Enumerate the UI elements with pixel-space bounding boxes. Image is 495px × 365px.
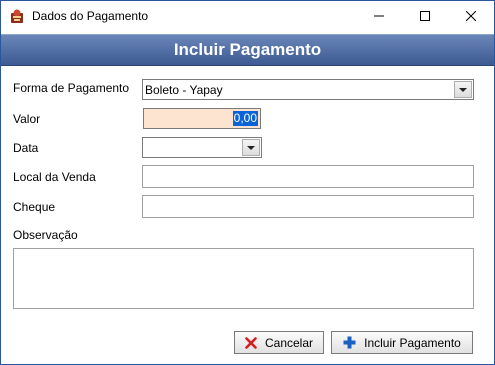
incluir-pagamento-button[interactable]: Incluir Pagamento	[331, 331, 473, 354]
data-picker[interactable]	[142, 137, 262, 158]
forma-pagamento-value: Boleto - Yapay	[145, 83, 223, 97]
valor-input[interactable]: 0,00	[143, 108, 261, 129]
observacao-label: Observação	[13, 228, 78, 242]
maximize-button[interactable]	[402, 1, 448, 31]
close-icon	[466, 11, 476, 21]
header-title: Incluir Pagamento	[173, 40, 322, 59]
valor-label: Valor	[13, 112, 41, 126]
cheque-label: Cheque	[13, 200, 56, 214]
plus-icon	[343, 336, 356, 349]
forma-pagamento-label: Forma de Pagamento	[13, 81, 130, 95]
header-banner: Incluir Pagamento	[1, 34, 494, 66]
valor-value: 0,00	[232, 111, 258, 126]
local-venda-input[interactable]	[142, 165, 474, 188]
observacao-textarea[interactable]	[13, 248, 474, 309]
data-dropdown-button[interactable]	[242, 139, 260, 156]
chevron-down-icon	[247, 145, 255, 150]
data-label: Data	[13, 141, 39, 155]
cheque-input[interactable]	[142, 195, 474, 218]
cancel-button[interactable]: Cancelar	[234, 331, 324, 354]
title-bar: Dados do Pagamento	[1, 1, 494, 31]
forma-pagamento-select[interactable]: Boleto - Yapay	[142, 79, 474, 100]
minimize-button[interactable]	[356, 1, 402, 31]
close-button[interactable]	[448, 1, 494, 31]
forma-pagamento-dropdown-button[interactable]	[454, 81, 472, 98]
dialog-window: Dados do Pagamento Incluir Pagamento For…	[0, 0, 495, 365]
window-title: Dados do Pagamento	[32, 9, 149, 23]
chevron-down-icon	[459, 87, 467, 92]
minimize-icon	[374, 15, 384, 17]
incluir-pagamento-label: Incluir Pagamento	[364, 335, 461, 350]
x-icon	[245, 336, 257, 349]
app-icon	[9, 8, 25, 24]
maximize-icon	[420, 11, 430, 21]
cancel-button-label: Cancelar	[264, 335, 314, 350]
local-venda-label: Local da Venda	[13, 170, 96, 184]
